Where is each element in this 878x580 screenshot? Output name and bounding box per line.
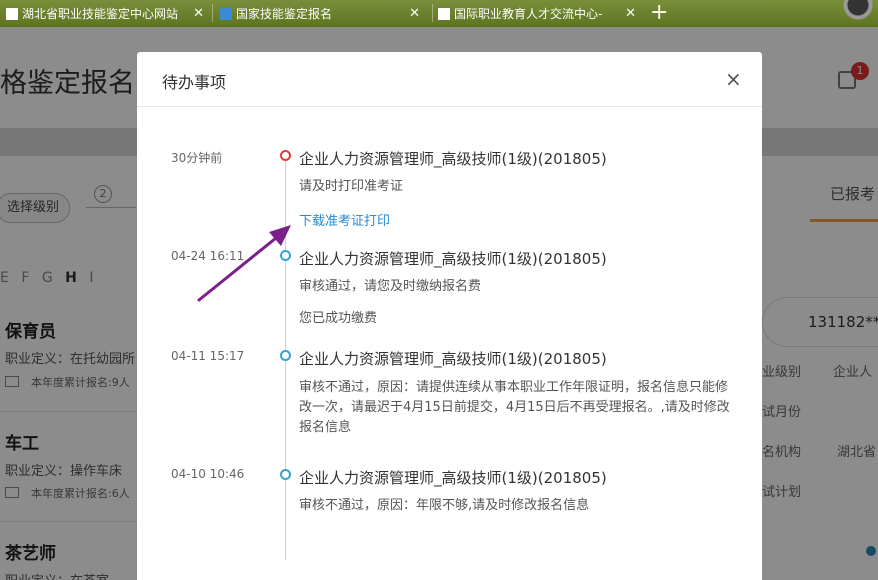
- timeline-item-text: 审核不通过，原因：请提供连续从事本职业工作年限证明，报名信息只能修改一次，请最迟…: [299, 380, 730, 435]
- timeline-time: 04-11 15:17: [171, 349, 245, 363]
- annotation-arrow-icon: [197, 225, 291, 302]
- todo-modal: 待办事项 × 30分钟前 企业人力资源管理师_高级技师(1级)(201805) …: [137, 52, 762, 580]
- timeline-item-text: 审核通过，请您及时缴纳报名费: [299, 279, 482, 294]
- browser-tab-2[interactable]: 国家技能鉴定报名 ✕: [220, 2, 430, 25]
- decorative-graphic: [818, 0, 878, 27]
- browser-tab-label: 国家技能鉴定报名: [236, 7, 333, 21]
- timeline-item-title: 企业人力资源管理师_高级技师(1级)(201805): [299, 350, 607, 368]
- timeline-item-text: 请及时打印准考证: [299, 179, 404, 194]
- close-tab-icon[interactable]: ✕: [625, 6, 636, 21]
- close-icon[interactable]: ×: [725, 67, 742, 91]
- timeline-item-title: 企业人力资源管理师_高级技师(1级)(201805): [299, 250, 607, 268]
- modal-title: 待办事项: [162, 73, 227, 92]
- browser-tab-label: 国际职业教育人才交流中心-: [454, 7, 603, 21]
- timeline-item-title: 企业人力资源管理师_高级技师(1级)(201805): [299, 469, 607, 487]
- page-icon: [6, 7, 18, 20]
- site-icon: [220, 7, 232, 20]
- modal-header: 待办事项 ×: [137, 52, 762, 107]
- timeline-dot-alert: [280, 150, 291, 161]
- timeline-time: 04-10 10:46: [171, 467, 245, 481]
- timeline-dot: [280, 469, 291, 480]
- close-tab-icon[interactable]: ✕: [409, 6, 420, 21]
- timeline-dot: [280, 350, 291, 361]
- timeline-item-text: 审核不通过，原因：年限不够,请及时修改报名信息: [299, 498, 590, 513]
- download-admission-ticket-link[interactable]: 下载准考证打印: [299, 210, 390, 229]
- page-icon: [438, 7, 450, 20]
- timeline-time: 30分钟前: [171, 151, 223, 165]
- new-tab-button[interactable]: +: [650, 0, 668, 26]
- timeline-item-title: 企业人力资源管理师_高级技师(1级)(201805): [299, 150, 607, 168]
- browser-tab-strip: 湖北省职业技能鉴定中心网站 ✕ 国家技能鉴定报名 ✕ 国际职业教育人才交流中心-…: [0, 0, 878, 27]
- timeline-item-text: 您已成功缴费: [299, 311, 378, 326]
- browser-tab-label: 湖北省职业技能鉴定中心网站: [22, 7, 179, 21]
- browser-tab-3[interactable]: 国际职业教育人才交流中心- ✕: [438, 2, 638, 25]
- close-tab-icon[interactable]: ✕: [193, 6, 204, 21]
- browser-tab-1[interactable]: 湖北省职业技能鉴定中心网站 ✕: [6, 2, 206, 25]
